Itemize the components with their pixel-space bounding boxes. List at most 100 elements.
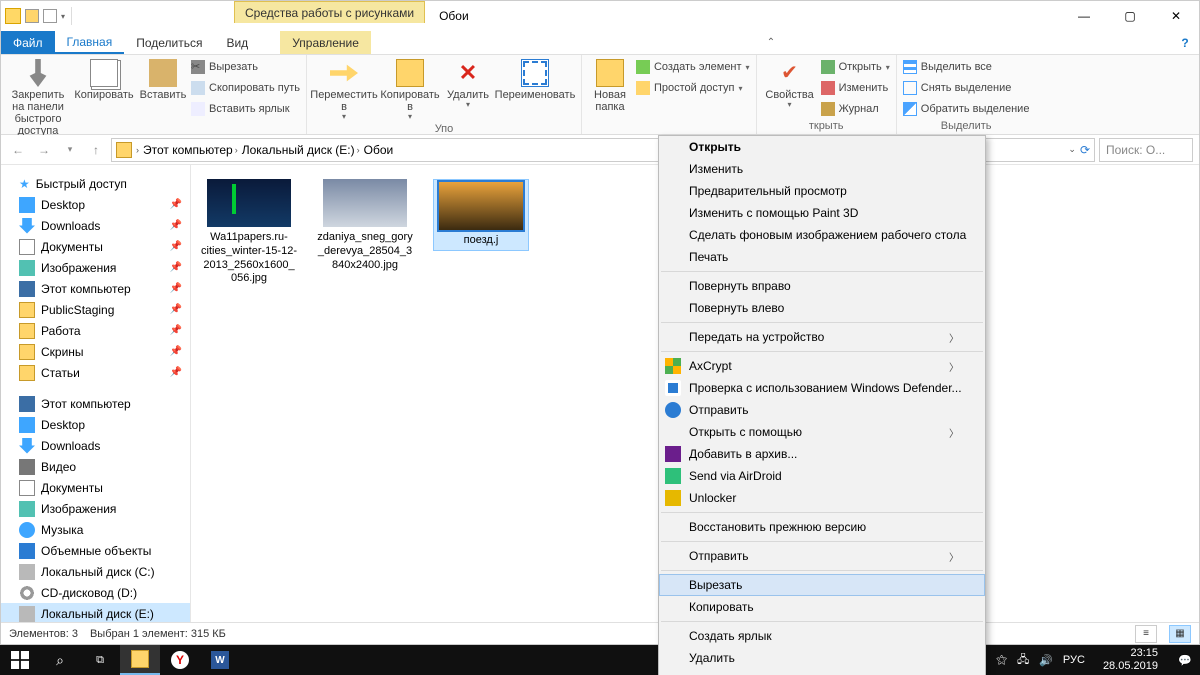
minimize-button[interactable]: — [1061,1,1107,31]
ctx-edit[interactable]: Изменить [659,158,985,180]
nav-item-cdrom[interactable]: CD-дисковод (D:) [1,582,190,603]
tray-wifi-icon[interactable]: ⚝ [996,654,1007,667]
ctx-paint3d[interactable]: Изменить с помощью Paint 3D [659,202,985,224]
taskbar-explorer[interactable] [120,645,160,675]
nav-item-video[interactable]: Видео [1,456,190,477]
nav-item-documents[interactable]: Документы📌 [1,236,190,257]
breadcrumb-root[interactable]: Этот компьютер› [143,143,238,157]
nav-item-pictures2[interactable]: Изображения [1,498,190,519]
search-button[interactable]: ⌕ [40,645,80,675]
qat-dropdown-icon[interactable]: ▾ [61,12,65,21]
file-item[interactable]: Wa11papers.ru-cities_winter-15-12-2013_2… [201,179,297,286]
ribbon-collapse-icon[interactable]: ⌃ [755,31,787,54]
breadcrumb-folder[interactable]: Обои [364,143,394,157]
nav-item-thispc[interactable]: Этот компьютер📌 [1,278,190,299]
address-dropdown-icon[interactable]: ⌄ [1068,144,1076,155]
select-all-button[interactable]: Выделить все [903,57,1030,77]
ctx-cast[interactable]: Передать на устройство〉 [659,326,985,348]
tab-share[interactable]: Поделиться [124,31,214,54]
recent-locations-icon[interactable]: ▾ [59,139,81,161]
icons-view-button[interactable]: ▦ [1169,625,1191,643]
pin-quickaccess-button[interactable]: Закрепить на панели быстрого доступа [7,57,69,137]
nav-item-screens[interactable]: Скрины📌 [1,341,190,362]
select-none-button[interactable]: Снять выделение [903,78,1030,98]
ctx-archive[interactable]: Добавить в архив... [659,443,985,465]
nav-item-drive-c[interactable]: Локальный диск (C:) [1,561,190,582]
breadcrumb-drive[interactable]: Локальный диск (E:)› [242,143,360,157]
qat-item[interactable] [43,9,57,23]
tray-language[interactable]: РУС [1063,654,1085,666]
easy-access-button[interactable]: Простой доступ▾ [636,78,750,98]
nav-this-pc[interactable]: Этот компьютер [1,393,190,414]
nav-item-documents2[interactable]: Документы [1,477,190,498]
details-view-button[interactable]: ≡ [1135,625,1157,643]
new-folder-button[interactable]: Новая папка [588,57,632,113]
history-button[interactable]: Журнал [821,99,890,119]
ctx-shortcut[interactable]: Создать ярлык [659,625,985,647]
move-to-button[interactable]: Переместить в▾ [313,57,375,122]
maximize-button[interactable]: ▢ [1107,1,1153,31]
tray-clock[interactable]: 23:15 28.05.2019 [1095,647,1166,672]
ctx-airdroid[interactable]: Send via AirDroid [659,465,985,487]
ctx-delete[interactable]: Удалить [659,647,985,669]
tab-home[interactable]: Главная [55,31,125,54]
nav-item-3dobjects[interactable]: Объемные объекты [1,540,190,561]
open-button[interactable]: Открыть▾ [821,57,890,77]
ctx-axcrypt[interactable]: AxCrypt〉 [659,355,985,377]
invert-selection-button[interactable]: Обратить выделение [903,99,1030,119]
ctx-print[interactable]: Печать [659,246,985,268]
ctx-openwith[interactable]: Открыть с помощью〉 [659,421,985,443]
nav-item-desktop[interactable]: Desktop📌 [1,194,190,215]
nav-item-downloads[interactable]: Downloads📌 [1,215,190,236]
ctx-copy[interactable]: Копировать [659,596,985,618]
ctx-sendto[interactable]: Отправить〉 [659,545,985,567]
back-button[interactable]: ← [7,139,29,161]
notifications-button[interactable]: 💬 [1176,645,1194,675]
task-view-button[interactable]: ⧉ [80,645,120,675]
up-button[interactable]: ↑ [85,139,107,161]
paste-button[interactable]: Вставить [139,57,187,101]
tray-volume-icon[interactable]: 🔊 [1039,654,1053,667]
nav-quick-access[interactable]: ★Быстрый доступ [1,173,190,194]
ctx-wallpaper[interactable]: Сделать фоновым изображением рабочего ст… [659,224,985,246]
cut-button[interactable]: ✂Вырезать [191,57,300,77]
file-item-selected[interactable]: поезд.j [433,179,529,251]
ctx-cut[interactable]: Вырезать [659,574,985,596]
forward-button[interactable]: → [33,139,55,161]
new-item-button[interactable]: Создать элемент▾ [636,57,750,77]
help-icon[interactable]: ? [1171,31,1199,54]
tab-manage[interactable]: Управление [280,31,371,54]
properties-button[interactable]: ✔Свойства▾ [763,57,817,110]
copy-button[interactable]: Копировать [73,57,135,101]
tray-network-icon[interactable]: 🖧 [1017,651,1029,670]
tab-file[interactable]: Файл [1,31,55,54]
copy-path-button[interactable]: Скопировать путь [191,78,300,98]
nav-item-pictures[interactable]: Изображения📌 [1,257,190,278]
ctx-preview[interactable]: Предварительный просмотр [659,180,985,202]
ctx-defender[interactable]: Проверка с использованием Windows Defend… [659,377,985,399]
nav-item-articles[interactable]: Статьи📌 [1,362,190,383]
file-item[interactable]: zdaniya_sneg_gory_derevya_28504_3840x240… [317,179,413,272]
refresh-icon[interactable]: ⟳ [1080,143,1090,157]
start-button[interactable] [0,645,40,675]
nav-item-music[interactable]: Музыка [1,519,190,540]
ctx-rotate-right[interactable]: Повернуть вправо [659,275,985,297]
ctx-unlocker[interactable]: Unlocker [659,487,985,509]
close-button[interactable]: ✕ [1153,1,1199,31]
ctx-restore-version[interactable]: Восстановить прежнюю версию [659,516,985,538]
ctx-rotate-left[interactable]: Повернуть влево [659,297,985,319]
nav-item-downloads2[interactable]: Downloads [1,435,190,456]
ctx-open[interactable]: Открыть [659,136,985,158]
tab-view[interactable]: Вид [214,31,260,54]
copy-to-button[interactable]: Копировать в▾ [379,57,441,122]
ctx-share[interactable]: Отправить [659,399,985,421]
delete-button[interactable]: ✕Удалить▾ [445,57,491,110]
nav-item-desktop2[interactable]: Desktop [1,414,190,435]
edit-button[interactable]: Изменить [821,78,890,98]
qat-item[interactable] [25,9,39,23]
ctx-rename[interactable]: Переименовать [659,669,985,675]
nav-item-work[interactable]: Работа📌 [1,320,190,341]
taskbar-yandex[interactable]: Y [160,645,200,675]
search-input[interactable]: Поиск: О... [1099,138,1193,162]
nav-item-publicstaging[interactable]: PublicStaging📌 [1,299,190,320]
